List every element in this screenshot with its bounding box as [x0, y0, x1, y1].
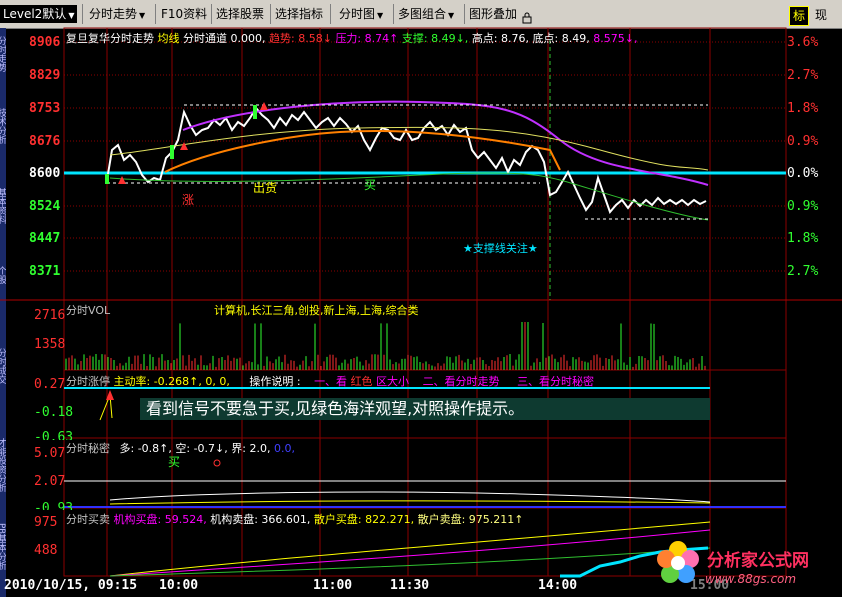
pct-label: 1.8%: [787, 101, 819, 116]
retail-sell-line: [109, 521, 711, 577]
secret-title: 分时秘密: [66, 442, 110, 455]
vol-title: 分时VOL: [66, 304, 111, 317]
trend-value: 8.58↓: [298, 32, 332, 45]
price-label: 8447: [29, 231, 61, 246]
trade-axis-label: 488: [34, 543, 58, 558]
price-label: 8371: [29, 264, 61, 279]
price-label: 8600: [29, 166, 61, 181]
trend-label: 趋势:: [269, 32, 295, 45]
annot-zhang: 涨: [182, 193, 195, 207]
jie-value: 界: 2.0,: [231, 442, 271, 455]
inst-buy: 机构买盘: 59.524,: [113, 513, 207, 526]
op-item1-b: 红色: [350, 375, 373, 388]
price-label: 8753: [29, 101, 61, 116]
extra-value: 8.575↓,: [593, 32, 638, 45]
annot-chuhuo: 出货: [253, 181, 278, 195]
limit-title: 分时涨停: [66, 375, 110, 388]
signal-bar: [170, 145, 174, 159]
op-item1-c: 区大小: [376, 375, 410, 388]
duo-value: 多: -0.8↑,: [119, 442, 172, 455]
secret-panel-header: 分时秘密 多: -0.8↑, 空: -0.7↓, 界: 2.0, 0.0,: [66, 440, 295, 456]
chart-grid: [0, 27, 842, 577]
up-arrow-icon: [260, 102, 268, 110]
time-label-1000: 10:00: [159, 578, 199, 593]
pressure-label: 压力:: [335, 32, 362, 45]
low-label: 底点:: [532, 32, 559, 45]
kong-value: 空: -0.7↓,: [175, 442, 228, 455]
stock-title: 复旦复华分时走势: [66, 32, 154, 45]
limit-axis-label: -0.18: [34, 405, 74, 420]
time-label-1130: 11:30: [390, 578, 430, 593]
pct-label: 3.6%: [787, 35, 819, 50]
watermark-url: www.88gs.com: [705, 572, 797, 586]
price-label: 8524: [29, 199, 61, 214]
secret-axis-label: -0.93: [34, 501, 74, 510]
pct-label: 0.9%: [787, 134, 819, 149]
secret-axis-label: 2.07: [34, 474, 66, 489]
pct-label: 0.0%: [787, 166, 819, 181]
up-arrow-icon: [180, 142, 188, 150]
main-chart-header: 复旦复华分时走势 均线 分时通道 0.000, 趋势: 8.58↓ 压力: 8.…: [66, 30, 637, 46]
pct-label: 0.9%: [787, 199, 819, 214]
trade-axis-label: 975: [34, 515, 58, 530]
vol-axis-label: 1358: [34, 337, 66, 352]
op-item2: 二、看分时走势: [422, 375, 500, 388]
support-line: [109, 172, 709, 221]
annot-buy: 买: [364, 178, 377, 192]
secret-buy-mark: 买: [168, 455, 181, 469]
jie2-value: 0.0,: [273, 442, 295, 455]
time-label-1100: 11:00: [313, 578, 353, 593]
channel-label: 分时通道: [183, 32, 227, 45]
signal-bar: [105, 174, 109, 184]
volume-bars: [65, 322, 706, 370]
marker-circle-icon: [213, 459, 221, 467]
signal-bar: [253, 105, 257, 119]
high-label: 高点:: [471, 32, 498, 45]
support-value: 8.49↓,: [431, 32, 469, 45]
channel-value: 0.000,: [230, 32, 266, 45]
price-label: 8906: [29, 35, 61, 50]
trade-title: 分时买卖: [66, 513, 110, 526]
limit-axis-label: 0.27: [34, 377, 66, 392]
price-label: 8829: [29, 68, 61, 83]
pct-label: 2.7%: [787, 68, 819, 83]
inst-sell: 机构卖盘: 366.601,: [210, 513, 311, 526]
vol-sectors: 计算机,长江三角,创投,新上海,上海,综合类: [214, 304, 419, 317]
time-label-start: 2010/10/15, 09:15: [4, 578, 138, 593]
intraday-chart-canvas[interactable]: [0, 0, 842, 597]
time-label-1400: 14:00: [538, 578, 578, 593]
vol-axis-label: 2716: [34, 308, 66, 323]
pct-label: 2.7%: [787, 264, 819, 279]
retail-buy-line: [109, 529, 711, 577]
pressure-value: 8.74↑: [364, 32, 399, 45]
pct-label: 1.8%: [787, 231, 819, 246]
retail-sell: 散户卖盘: 975.211↑: [417, 513, 524, 526]
op-item1-a: 一、看: [314, 375, 348, 388]
limit-axis-label: -0.63: [34, 430, 74, 440]
secret-line-2: [109, 500, 711, 505]
secret-axis-label: 5.07: [34, 446, 66, 461]
op-item3: 三、看分时秘密: [517, 375, 595, 388]
low-value: 8.49,: [561, 32, 590, 45]
note-text: 看到信号不要急于买,见绿色海洋观望,对照操作提示。: [146, 399, 525, 418]
avg-line-label: 均线: [157, 32, 180, 45]
annot-support-watch: ★支撑线关注★: [463, 242, 538, 255]
high-value: 8.76,: [501, 32, 530, 45]
limit-panel-header: 分时涨停 主动率: -0.268↑, 0, 0, 操作说明 : 一、看 红色 区…: [66, 373, 594, 389]
up-arrow-icon: [118, 176, 126, 184]
retail-buy: 散户买盘: 822.271,: [313, 513, 415, 526]
watermark-name: 分析家公式网: [707, 551, 809, 571]
support-label: 支撑:: [401, 32, 428, 45]
active-rate: 主动率: -0.268↑, 0, 0,: [113, 375, 230, 388]
op-label: 操作说明 :: [249, 375, 301, 388]
price-label: 8676: [29, 134, 61, 149]
trade-panel-header: 分时买卖 机构买盘: 59.524, 机构卖盘: 366.601, 散户买盘: …: [66, 511, 524, 527]
